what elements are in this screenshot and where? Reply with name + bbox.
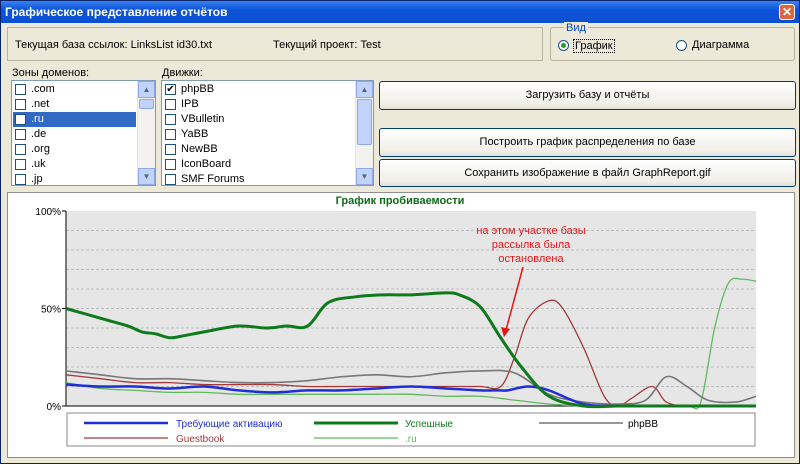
checkbox-icon[interactable]: [165, 159, 176, 170]
view-option-graph[interactable]: График: [558, 39, 658, 53]
checkbox-icon[interactable]: [165, 144, 176, 155]
checkbox-icon[interactable]: [165, 114, 176, 125]
scroll-thumb[interactable]: [357, 99, 372, 145]
legend-label: Guestbook: [176, 434, 225, 445]
checkbox-checked-icon[interactable]: ✔: [165, 84, 176, 95]
engine-item[interactable]: VBulletin: [163, 112, 354, 127]
engine-item[interactable]: YaBB: [163, 127, 354, 142]
radio-diagram-icon[interactable]: [676, 40, 687, 51]
engine-item-label: NewBB: [181, 143, 218, 155]
engine-item[interactable]: ✔ phpBB: [163, 82, 354, 97]
checkbox-icon[interactable]: [15, 129, 26, 140]
radio-graph-icon[interactable]: [558, 40, 569, 51]
legend-label: phpBB: [628, 419, 658, 430]
engine-item-label: VBulletin: [181, 113, 225, 125]
window-title: Графическое представление отчётов: [5, 5, 228, 19]
engine-item-label: SMF Forums: [181, 173, 245, 185]
zones-label: Зоны доменов:: [12, 67, 90, 79]
chart-panel: 0% 50% 100% График пробиваемости на этом у…: [7, 192, 795, 458]
scroll-thumb[interactable]: [139, 99, 154, 109]
legend-label: Требующие активацию: [176, 418, 283, 430]
zone-item[interactable]: .de: [13, 127, 136, 142]
zone-item-label: .com: [31, 83, 55, 95]
view-option-graph-label: График: [573, 39, 615, 53]
zone-item[interactable]: .com: [13, 82, 136, 97]
engine-item-label: IPB: [181, 98, 199, 110]
legend-label: Успешные: [405, 419, 453, 430]
y-tick-label: 100%: [35, 207, 61, 218]
engines-label: Движки:: [162, 67, 203, 79]
build-chart-button[interactable]: Построить график распределения по базе: [379, 128, 796, 157]
zone-item-label: .net: [31, 98, 50, 110]
view-option-diagram[interactable]: Диаграмма: [676, 39, 786, 53]
checkbox-icon[interactable]: [165, 99, 176, 110]
engine-item-label: phpBB: [181, 83, 215, 95]
checkbox-icon[interactable]: [15, 174, 26, 185]
zone-item-label: .org: [31, 143, 50, 155]
save-image-button[interactable]: Сохранить изображение в файл GraphReport…: [379, 159, 796, 187]
zones-listbox[interactable]: .jp .uk .org .de ✔ .ru .net .com ▲ ▼: [11, 80, 156, 186]
zone-item[interactable]: .org: [13, 142, 136, 157]
engines-scrollbar[interactable]: ▲ ▼: [355, 81, 373, 185]
engine-item[interactable]: IconBoard: [163, 157, 354, 172]
zone-item-label: .ru: [31, 113, 44, 125]
engine-item-label: YaBB: [181, 128, 209, 140]
engine-item-label: IconBoard: [181, 158, 232, 170]
checkbox-icon[interactable]: [165, 174, 176, 185]
load-button[interactable]: Загрузить базу и отчёты: [379, 81, 796, 110]
zone-item[interactable]: .jp: [13, 172, 136, 185]
zone-item-label: .jp: [31, 173, 43, 185]
zone-item[interactable]: .uk: [13, 157, 136, 172]
zones-scrollbar[interactable]: ▲ ▼: [137, 81, 155, 185]
engines-listbox[interactable]: SMF Forums IconBoard NewBB YaBB VBulletin IPB…: [161, 80, 374, 186]
checkbox-icon[interactable]: [15, 84, 26, 95]
title-bar[interactable]: Графическое представление отчётов ✕: [1, 1, 799, 23]
checkbox-icon[interactable]: [15, 144, 26, 155]
checkbox-icon[interactable]: [15, 99, 26, 110]
engine-item[interactable]: SMF Forums: [163, 172, 354, 185]
zone-item[interactable]: .net: [13, 97, 136, 112]
y-tick-label: 0%: [47, 402, 62, 413]
checkbox-icon[interactable]: [165, 129, 176, 140]
legend-label: .ru: [405, 434, 417, 445]
close-icon[interactable]: ✕: [779, 4, 795, 20]
checkbox-icon[interactable]: [15, 159, 26, 170]
project-label: Текущий проект: Test: [273, 39, 381, 51]
chart-title: График пробиваемости: [336, 195, 465, 207]
view-group-title: Вид: [564, 22, 588, 34]
scroll-up-icon[interactable]: ▲: [356, 81, 373, 98]
scroll-up-icon[interactable]: ▲: [138, 81, 155, 98]
zone-item-label: .uk: [31, 158, 46, 170]
links-db-label: Текущая база ссылок: LinksList id30.txt: [15, 39, 212, 51]
zone-item-label: .de: [31, 128, 47, 140]
engine-item[interactable]: IPB: [163, 97, 354, 112]
scroll-down-icon[interactable]: ▼: [356, 168, 373, 185]
zone-item[interactable]: ✔ .ru: [13, 112, 136, 127]
y-tick-label: 50%: [41, 305, 61, 316]
chart-svg: 0%50%100% График пробиваемости на этом у…: [35, 195, 757, 447]
scroll-down-icon[interactable]: ▼: [138, 168, 155, 185]
checkbox-checked-icon[interactable]: ✔: [15, 114, 26, 125]
view-option-diagram-label: Диаграмма: [692, 39, 750, 51]
main-window: Графическое представление отчётов ✕ Теку…: [0, 0, 800, 464]
engine-item[interactable]: NewBB: [163, 142, 354, 157]
